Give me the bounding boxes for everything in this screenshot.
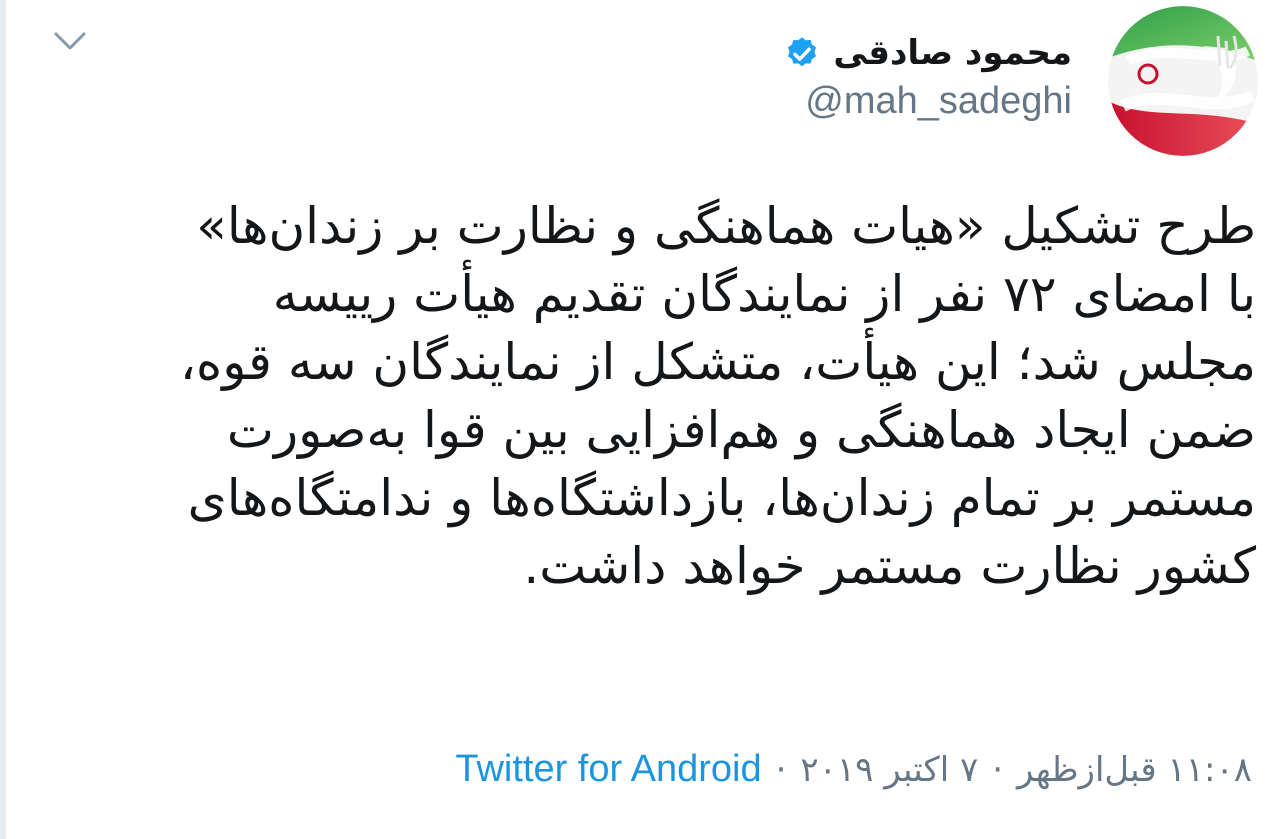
display-name-row: محمود صادقی: [783, 31, 1072, 75]
tweet-source-link[interactable]: Twitter for Android: [455, 748, 761, 791]
tweet-meta: ۱۱:۰۸ قبل‌ازظهر · ۷ اکتبر ۲۰۱۹ · Twitter…: [455, 748, 1252, 791]
meta-separator: ·: [992, 749, 1004, 790]
tweet-time[interactable]: ۱۱:۰۸ قبل‌ازظهر: [1017, 750, 1252, 790]
tweet-card: محمود صادقی @mah_sadeghi طرح تشکیل «هیات…: [0, 0, 1280, 839]
tweet-text-line: ضمن ایجاد هماهنگی و هم‌افزایی بین قوا به…: [226, 401, 1256, 459]
avatar[interactable]: [1108, 6, 1258, 156]
tweet-text-line: مجلس شد؛ این هیأت، متشکل از نمایندگان سه…: [179, 333, 1256, 391]
tweet-text-line: طرح تشکیل «هیات هماهنگی و نظارت بر زندان…: [196, 197, 1256, 255]
verified-badge-icon: [788, 36, 817, 66]
meta-separator: ·: [775, 749, 787, 790]
tweet-text-line: مستمر بر تمام زندان‌ها، بازداشتگاه‌ها و …: [187, 469, 1256, 527]
chevron-down-icon[interactable]: [50, 26, 90, 56]
iran-flag-avatar: [1108, 6, 1258, 156]
display-name[interactable]: محمود صادقی: [833, 31, 1072, 75]
user-handle[interactable]: @mah_sadeghi: [805, 80, 1072, 123]
tweet-header: محمود صادقی @mah_sadeghi: [783, 6, 1258, 156]
tweet-text: طرح تشکیل «هیات هماهنگی و نظارت بر زندان…: [36, 192, 1256, 600]
tweet-text-line: کشور نظارت مستمر خواهد داشت.: [523, 537, 1256, 595]
tweet-text-line: با امضای ۷۲ نفر از نمایندگان تقدیم هیأت …: [272, 265, 1256, 323]
left-divider: [0, 0, 6, 839]
user-names: محمود صادقی @mah_sadeghi: [783, 31, 1072, 122]
tweet-date[interactable]: ۷ اکتبر ۲۰۱۹: [800, 750, 978, 790]
